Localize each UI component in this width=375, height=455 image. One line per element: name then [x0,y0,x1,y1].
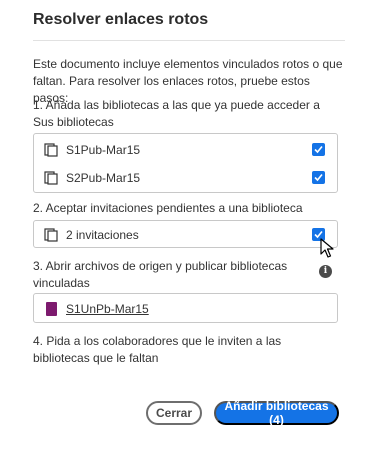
source-files-list: S1UnPb-Mar15 [33,293,338,323]
invitations-list: 2 invitaciones [33,220,338,248]
info-icon[interactable]: i [319,265,332,278]
library-icon [44,143,58,157]
step-1-text: 1. Añada las bibliotecas a las que ya pu… [33,98,320,129]
mouse-cursor-icon [320,238,334,258]
library-checkbox[interactable] [312,143,325,156]
source-file-icon [46,302,57,316]
add-libraries-button[interactable]: Añadir bibliotecas (4) [214,399,339,427]
step-3-text: 3. Abrir archivos de origen y publicar b… [33,259,288,290]
libraries-list: S1Pub-Mar15 S2Pub-Mar15 [33,133,338,193]
invitation-row[interactable]: 2 invitaciones [34,221,337,249]
library-row[interactable]: S2Pub-Mar15 [34,164,337,192]
step-2-text: 2. Aceptar invitaciones pendientes a una… [33,201,303,215]
library-icon [44,228,58,242]
library-checkbox[interactable] [312,171,325,184]
library-label: S2Pub-Mar15 [66,171,141,185]
close-button[interactable]: Cerrar [146,401,202,425]
checkmark-icon [314,145,323,154]
step-4-text: 4. Pida a los colaboradores que le invit… [33,334,282,365]
source-file-link[interactable]: S1UnPb-Mar15 [66,302,149,316]
checkmark-icon [314,173,323,182]
library-label: S1Pub-Mar15 [66,143,141,157]
library-row[interactable]: S1Pub-Mar15 [34,136,337,164]
dialog-title: Resolver enlaces rotos [33,11,209,28]
invitation-label: 2 invitaciones [66,228,139,242]
title-divider [33,40,345,41]
library-icon [44,171,58,185]
